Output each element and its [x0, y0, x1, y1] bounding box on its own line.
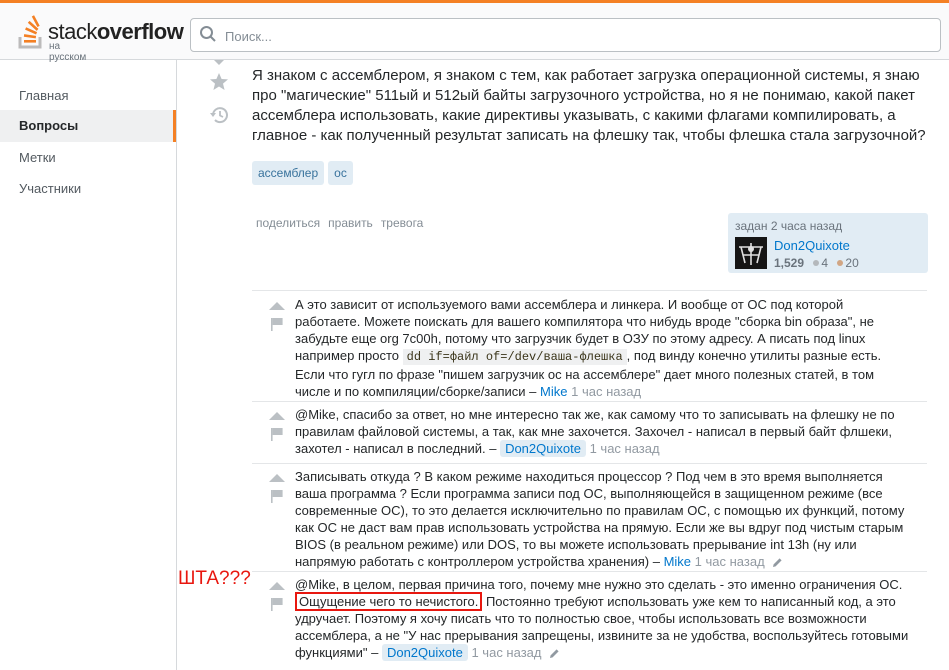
- edited-pencil-icon: [773, 558, 782, 568]
- question-menu: поделиться править тревога: [256, 216, 431, 230]
- upvote-comment-icon[interactable]: [269, 473, 285, 482]
- top-bar: stackoverflow на русском: [0, 0, 949, 63]
- asked-time: задан 2 часа назад: [735, 219, 843, 233]
- comment-text: @Mike, спасибо за ответ, но мне интересн…: [295, 406, 910, 457]
- nav-tags[interactable]: Метки: [19, 150, 56, 165]
- nav-users[interactable]: Участники: [19, 181, 81, 196]
- comment-item: @Mike, в целом, первая причина того, поч…: [252, 571, 927, 667]
- upvote-comment-icon[interactable]: [269, 581, 285, 590]
- nav-questions-label: Вопросы: [19, 118, 79, 133]
- highlighted-phrase: Ощущение чего то нечистого.: [295, 592, 483, 611]
- comment-user[interactable]: Don2Quixote: [500, 440, 586, 457]
- flag-comment-icon[interactable]: [270, 427, 284, 441]
- comment-text: Записывать откуда ? В каком режиме наход…: [295, 468, 910, 570]
- edited-pencil-icon: [550, 649, 559, 659]
- search-input[interactable]: [223, 19, 927, 53]
- reputation-score: 1,529: [774, 256, 805, 270]
- comment-time[interactable]: 1 час назад: [471, 645, 541, 660]
- comment-time[interactable]: 1 час назад: [590, 441, 660, 456]
- nav-home[interactable]: Главная: [19, 88, 68, 103]
- share-link[interactable]: поделиться: [256, 216, 320, 230]
- comment-user[interactable]: Mike: [540, 384, 567, 399]
- avatar-image-icon: [735, 237, 767, 269]
- upvote-comment-icon[interactable]: [269, 411, 285, 420]
- code-snippet: dd if=файл of=/dev/ваша-флешка: [402, 349, 627, 365]
- comment-text: @Mike, в целом, первая причина того, поч…: [295, 576, 910, 661]
- comments-list: А это зависит от используемого вами ассе…: [252, 290, 927, 661]
- history-icon[interactable]: [209, 106, 229, 124]
- flag-comment-icon[interactable]: [270, 489, 284, 503]
- question-tags: ассемблер ос: [252, 161, 357, 185]
- annotation-text: ШТА???: [178, 568, 251, 589]
- comment-body: Записывать откуда ? В каком режиме наход…: [295, 469, 905, 569]
- comment-time[interactable]: 1 час назад: [695, 554, 765, 569]
- stack-logo-icon: [18, 15, 42, 49]
- silver-badge-count: 4: [821, 256, 829, 270]
- tag-assembler[interactable]: ассемблер: [252, 161, 325, 185]
- owner-card: задан 2 часа назад Don2Quixote 1,529 4 2…: [728, 213, 928, 273]
- owner-reputation: 1,529 4 20: [774, 256, 859, 270]
- flag-comment-icon[interactable]: [270, 317, 284, 331]
- comment-user[interactable]: Mike: [664, 554, 691, 569]
- owner-name[interactable]: Don2Quixote: [774, 238, 850, 253]
- search-box[interactable]: [190, 18, 941, 53]
- favorite-star-icon[interactable]: [209, 72, 229, 92]
- comment-time[interactable]: 1 час назад: [571, 384, 641, 399]
- search-icon: [200, 26, 216, 42]
- silver-badge-icon: [813, 260, 820, 266]
- comment-item: А это зависит от используемого вами ассе…: [252, 291, 927, 402]
- edit-link[interactable]: править: [328, 216, 373, 230]
- comment-text: А это зависит от используемого вами ассе…: [295, 296, 910, 400]
- bronze-badge-icon: [837, 260, 844, 266]
- nav-questions[interactable]: Вопросы: [0, 110, 176, 142]
- avatar[interactable]: [735, 237, 767, 269]
- flag-comment-icon[interactable]: [270, 597, 284, 611]
- comment-body: @Mike, в целом, первая причина того, поч…: [295, 577, 903, 592]
- upvote-comment-icon[interactable]: [269, 301, 285, 310]
- question-body: Я знаком с ассемблером, я знаком с тем, …: [252, 67, 926, 144]
- flag-link[interactable]: тревога: [381, 216, 424, 230]
- bronze-badge-count: 20: [845, 256, 859, 270]
- comment-item: @Mike, спасибо за ответ, но мне интересн…: [252, 401, 927, 464]
- vote-down-icon[interactable]: [212, 60, 226, 68]
- tag-os[interactable]: ос: [328, 161, 353, 185]
- comment-item: Записывать откуда ? В каком режиме наход…: [252, 463, 927, 572]
- comment-user[interactable]: Don2Quixote: [381, 644, 468, 661]
- left-sidebar: Главная Вопросы Метки Участники: [0, 60, 177, 670]
